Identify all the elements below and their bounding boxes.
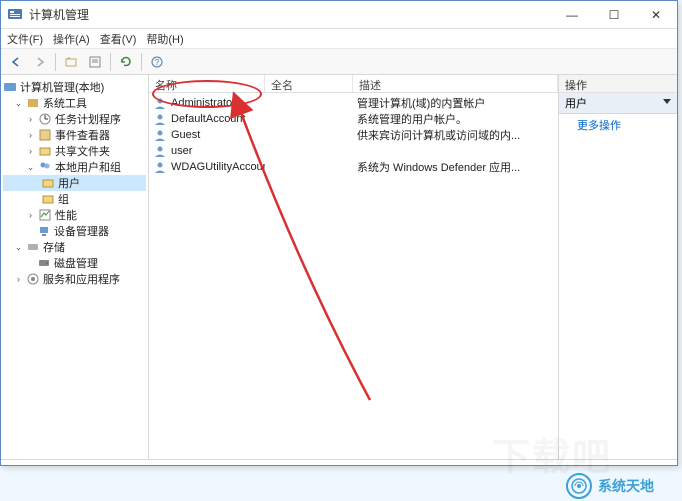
list-panel: 名称 全名 描述 Administrator 管理计算机(域)的内置帐户 Def… bbox=[149, 75, 559, 459]
tree-devmgr[interactable]: 设备管理器 bbox=[3, 223, 146, 239]
watermark-text: 系统天地 bbox=[598, 476, 654, 496]
actions-panel: 操作 用户 更多操作 bbox=[559, 75, 677, 459]
user-fullname bbox=[265, 143, 353, 159]
svg-text:?: ? bbox=[155, 58, 160, 67]
window-title: 计算机管理 bbox=[29, 6, 89, 23]
tree-panel[interactable]: 计算机管理(本地) ⌄ 系统工具 › 任务计划程序 › 事件查看器 › 共享文件夹 ⌄ 本… bbox=[1, 75, 149, 459]
col-desc-header[interactable]: 描述 bbox=[353, 75, 558, 92]
expand-icon[interactable]: › bbox=[25, 130, 36, 141]
menubar: 文件(F) 操作(A) 查看(V) 帮助(H) bbox=[1, 29, 677, 49]
expand-icon[interactable]: › bbox=[25, 146, 36, 157]
user-fullname bbox=[265, 127, 353, 143]
toolbar: ? bbox=[1, 49, 677, 75]
menu-action[interactable]: 操作(A) bbox=[53, 31, 90, 47]
user-fullname bbox=[265, 159, 353, 175]
forward-button[interactable] bbox=[29, 52, 51, 72]
collapse-icon[interactable]: ⌄ bbox=[13, 98, 24, 109]
user-name: Administrator bbox=[171, 97, 236, 109]
maximize-button[interactable]: ☐ bbox=[593, 1, 635, 29]
tree-tasksched[interactable]: › 任务计划程序 bbox=[3, 111, 146, 127]
actions-more[interactable]: 更多操作 bbox=[559, 114, 677, 136]
tree-eventviewer[interactable]: › 事件查看器 bbox=[3, 127, 146, 143]
statusbar bbox=[1, 459, 677, 465]
list-body[interactable]: Administrator 管理计算机(域)的内置帐户 DefaultAccou… bbox=[149, 93, 558, 459]
tree-services-label: 服务和应用程序 bbox=[43, 271, 120, 287]
tree-shared-label: 共享文件夹 bbox=[55, 143, 110, 159]
tree-devmgr-label: 设备管理器 bbox=[54, 223, 109, 239]
expand-icon[interactable]: › bbox=[25, 114, 36, 125]
tree-localusers-label: 本地用户和组 bbox=[55, 159, 121, 175]
toolbar-separator bbox=[110, 53, 111, 71]
tree-groups-label: 组 bbox=[58, 191, 69, 207]
user-row[interactable]: WDAGUtilityAccount 系统为 Windows Defender … bbox=[149, 159, 558, 175]
user-row[interactable]: user bbox=[149, 143, 558, 159]
user-name: WDAGUtilityAccount bbox=[171, 161, 265, 173]
tree-eventviewer-label: 事件查看器 bbox=[55, 127, 110, 143]
user-desc: 供来宾访问计算机或访问域的内... bbox=[353, 127, 558, 143]
col-fullname-header[interactable]: 全名 bbox=[265, 75, 353, 92]
tree-users-label: 用户 bbox=[58, 175, 80, 191]
user-desc: 管理计算机(域)的内置帐户 bbox=[353, 95, 558, 111]
tree-groups[interactable]: 组 bbox=[3, 191, 146, 207]
tree-diskmgr-label: 磁盘管理 bbox=[54, 255, 98, 271]
tree-shared[interactable]: › 共享文件夹 bbox=[3, 143, 146, 159]
window-controls: — ☐ ✕ bbox=[551, 1, 677, 29]
close-button[interactable]: ✕ bbox=[635, 1, 677, 29]
user-icon bbox=[153, 128, 167, 142]
tree-perf[interactable]: › 性能 bbox=[3, 207, 146, 223]
tree-diskmgr[interactable]: 磁盘管理 bbox=[3, 255, 146, 271]
watermark: 系统天地 bbox=[566, 473, 654, 499]
tree-perf-label: 性能 bbox=[55, 207, 77, 223]
user-row[interactable]: DefaultAccount 系统管理的用户帐户。 bbox=[149, 111, 558, 127]
user-name: Guest bbox=[171, 129, 200, 141]
toolbar-separator bbox=[141, 53, 142, 71]
tree-systools[interactable]: ⌄ 系统工具 bbox=[3, 95, 146, 111]
menu-help[interactable]: 帮助(H) bbox=[146, 31, 183, 47]
user-desc: 系统为 Windows Defender 应用... bbox=[353, 159, 558, 175]
tree-tasksched-label: 任务计划程序 bbox=[55, 111, 121, 127]
col-name-header[interactable]: 名称 bbox=[149, 75, 265, 92]
tree-services[interactable]: › 服务和应用程序 bbox=[3, 271, 146, 287]
menu-file[interactable]: 文件(F) bbox=[7, 31, 43, 47]
user-fullname bbox=[265, 111, 353, 127]
collapse-icon[interactable]: ⌄ bbox=[25, 162, 36, 173]
user-desc bbox=[353, 143, 558, 159]
actions-section[interactable]: 用户 bbox=[559, 93, 677, 114]
user-fullname bbox=[265, 95, 353, 111]
tree-systools-label: 系统工具 bbox=[43, 95, 87, 111]
actions-header: 操作 bbox=[559, 75, 677, 93]
tree-storage-label: 存储 bbox=[43, 239, 65, 255]
tree-localusers[interactable]: ⌄ 本地用户和组 bbox=[3, 159, 146, 175]
watermark-logo-icon bbox=[566, 473, 592, 499]
tree-users[interactable]: 用户 bbox=[3, 175, 146, 191]
properties-button[interactable] bbox=[84, 52, 106, 72]
minimize-button[interactable]: — bbox=[551, 1, 593, 29]
titlebar[interactable]: 计算机管理 — ☐ ✕ bbox=[1, 1, 677, 29]
user-name: DefaultAccount bbox=[171, 113, 246, 125]
back-button[interactable] bbox=[5, 52, 27, 72]
tree-root[interactable]: 计算机管理(本地) bbox=[3, 79, 146, 95]
user-icon bbox=[153, 160, 167, 174]
expand-icon[interactable]: › bbox=[13, 274, 24, 285]
user-desc: 系统管理的用户帐户。 bbox=[353, 111, 558, 127]
user-row[interactable]: Administrator 管理计算机(域)的内置帐户 bbox=[149, 95, 558, 111]
menu-view[interactable]: 查看(V) bbox=[100, 31, 137, 47]
app-icon bbox=[7, 7, 23, 23]
main-window: 计算机管理 — ☐ ✕ 文件(F) 操作(A) 查看(V) 帮助(H) ? 计算… bbox=[0, 0, 678, 466]
collapse-icon[interactable]: ⌄ bbox=[13, 242, 24, 253]
help-button[interactable]: ? bbox=[146, 52, 168, 72]
user-icon bbox=[153, 112, 167, 126]
refresh-button[interactable] bbox=[115, 52, 137, 72]
user-row[interactable]: Guest 供来宾访问计算机或访问域的内... bbox=[149, 127, 558, 143]
list-header: 名称 全名 描述 bbox=[149, 75, 558, 93]
tree-storage[interactable]: ⌄ 存储 bbox=[3, 239, 146, 255]
up-button[interactable] bbox=[60, 52, 82, 72]
user-icon bbox=[153, 96, 167, 110]
expand-icon[interactable]: › bbox=[25, 210, 36, 221]
tree-root-label: 计算机管理(本地) bbox=[20, 79, 104, 95]
user-icon bbox=[153, 144, 167, 158]
content-body: 计算机管理(本地) ⌄ 系统工具 › 任务计划程序 › 事件查看器 › 共享文件夹 ⌄ 本… bbox=[1, 75, 677, 459]
user-name: user bbox=[171, 145, 192, 157]
toolbar-separator bbox=[55, 53, 56, 71]
